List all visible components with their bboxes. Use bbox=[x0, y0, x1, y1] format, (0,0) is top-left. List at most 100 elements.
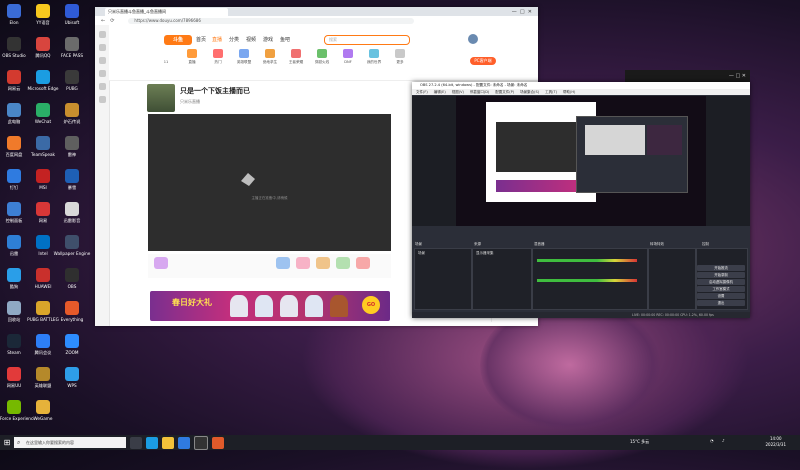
user-avatar[interactable] bbox=[468, 34, 478, 44]
weather-text[interactable]: 15°C 多云 bbox=[630, 439, 649, 445]
desktop-icon[interactable]: 炉石传说 bbox=[52, 101, 92, 131]
desktop-icon[interactable]: Ubisoft bbox=[52, 2, 92, 32]
gift-bar bbox=[148, 254, 391, 278]
desktop-icon-label: Wallpaper Engine bbox=[53, 251, 91, 256]
desktop-icon[interactable]: ZOOM bbox=[52, 332, 92, 362]
explorer-taskbar-icon[interactable] bbox=[162, 436, 174, 449]
site-header: 斗鱼 首页 直播 分类 视频 游戏 鱼吧 搜索 11 直播 热门 英雄联盟 绝地求生 王者… bbox=[109, 25, 538, 81]
obs-menu-item[interactable]: 工具(T) bbox=[545, 90, 557, 94]
obs-menu-item[interactable]: 文件(F) bbox=[416, 90, 428, 94]
window-controls[interactable]: — □ ✕ bbox=[512, 9, 532, 15]
category-icon bbox=[369, 49, 379, 58]
app-icon bbox=[36, 202, 50, 216]
desktop-icon[interactable]: WPS bbox=[52, 365, 92, 395]
category-item[interactable]: 英雄联盟 bbox=[233, 49, 255, 65]
nav-yuba[interactable]: 鱼吧 bbox=[280, 36, 290, 43]
gift-icon[interactable] bbox=[154, 257, 168, 269]
sidebar-more-icon[interactable] bbox=[98, 96, 106, 103]
source-item[interactable]: 显示器采集 bbox=[473, 249, 531, 258]
desktop-icon[interactable]: FACE PASS bbox=[52, 35, 92, 65]
app-icon bbox=[36, 103, 50, 117]
start-streaming-button[interactable]: 开始推流 bbox=[697, 265, 745, 271]
exit-button[interactable]: 退出 bbox=[697, 300, 745, 306]
nav-live[interactable]: 直播 bbox=[212, 36, 222, 43]
douyu-logo[interactable]: 斗鱼 bbox=[164, 35, 192, 45]
obs-menu-bar: 文件(F) 编辑(E) 视图(V) 停靠窗口(D) 配置文件(P) 场景集合(S) 工具(T… bbox=[412, 89, 750, 95]
start-recording-button[interactable]: 开始录制 bbox=[697, 272, 745, 278]
desktop-icon[interactable]: PUBG bbox=[52, 68, 92, 98]
url-field[interactable]: https://www.douyu.com/7896686 bbox=[128, 17, 415, 24]
network-icon[interactable]: ◔ bbox=[710, 438, 714, 443]
category-label: 王者荣耀 bbox=[288, 60, 304, 64]
nav-video[interactable]: 视频 bbox=[246, 36, 256, 43]
obs-window[interactable]: OBS 27.2.4 (64-bit, windows) - 配置文件: 未命名… bbox=[412, 82, 750, 318]
promo-banner[interactable]: 春日好大礼 GO bbox=[150, 291, 390, 321]
sidebar-video-icon[interactable] bbox=[98, 70, 106, 77]
category-item[interactable]: DNF bbox=[337, 49, 359, 64]
gift-icon[interactable] bbox=[316, 257, 330, 269]
desktop-icon[interactable]: 暴雪 bbox=[52, 167, 92, 197]
clock[interactable]: 14:00 2022/3/31 bbox=[765, 436, 786, 448]
edge-taskbar-icon[interactable] bbox=[146, 436, 158, 449]
scene-item[interactable]: 场景 bbox=[415, 249, 471, 258]
settings-button[interactable]: 设置 bbox=[697, 293, 745, 299]
obs-taskbar-icon[interactable] bbox=[194, 435, 208, 450]
desktop-icon[interactable]: 迅雷影音 bbox=[52, 200, 92, 230]
system-tray: 15°C 多云 ◔ ♪ 14:00 2022/3/31 bbox=[630, 435, 800, 450]
refresh-icon[interactable]: ⟳ bbox=[110, 18, 114, 24]
banner-go-button[interactable]: GO bbox=[362, 296, 380, 314]
category-icon bbox=[187, 49, 197, 58]
preview-nested-banner bbox=[496, 180, 581, 192]
window-controls[interactable]: — □ ✕ bbox=[729, 73, 746, 79]
category-item[interactable]: 王者荣耀 bbox=[285, 49, 307, 65]
sidebar-follow-icon[interactable] bbox=[98, 44, 106, 51]
sidebar-home-icon[interactable] bbox=[98, 31, 106, 38]
category-item[interactable]: 热门 bbox=[207, 49, 229, 65]
task-view-icon[interactable] bbox=[130, 436, 142, 449]
app-taskbar-icon[interactable] bbox=[212, 436, 224, 449]
store-taskbar-icon[interactable] bbox=[178, 436, 190, 449]
obs-menu-item[interactable]: 停靠窗口(D) bbox=[470, 90, 489, 94]
nav-game[interactable]: 游戏 bbox=[263, 36, 273, 43]
desktop-icon[interactable]: WeGame bbox=[23, 398, 63, 428]
back-icon[interactable]: ← bbox=[101, 18, 105, 24]
desktop-icon[interactable]: Wallpaper Engine bbox=[52, 233, 92, 263]
category-item[interactable]: 直播 bbox=[181, 49, 203, 65]
sidebar-history-icon[interactable] bbox=[98, 83, 106, 90]
host-name[interactable]: 只米乐直播 bbox=[180, 99, 200, 105]
obs-preview[interactable] bbox=[456, 96, 706, 226]
gift-icon[interactable] bbox=[356, 257, 370, 269]
host-avatar[interactable] bbox=[147, 84, 175, 112]
obs-menu-item[interactable]: 帮助(H) bbox=[563, 90, 575, 94]
gift-icon[interactable] bbox=[336, 257, 350, 269]
nav-category[interactable]: 分类 bbox=[229, 36, 239, 43]
virtual-camera-button[interactable]: 启动虚拟摄像机 bbox=[697, 279, 745, 285]
browser-tab[interactable]: 只米乐直播斗鱼直播_斗鱼直播间 bbox=[105, 7, 228, 16]
banner-character-icon bbox=[305, 295, 323, 317]
video-player[interactable]: 主播正在准备中,请稍候 bbox=[148, 114, 391, 251]
studio-mode-button[interactable]: 工作室模式 bbox=[697, 286, 745, 292]
desktop-icon-label: Ubisoft bbox=[64, 20, 80, 25]
obs-menu-item[interactable]: 配置文件(P) bbox=[495, 90, 514, 94]
search-input[interactable]: 搜索 bbox=[324, 35, 410, 45]
gift-icon[interactable] bbox=[296, 257, 310, 269]
desktop-icon[interactable]: Everything bbox=[52, 299, 92, 329]
category-item[interactable]: 我的世界 bbox=[363, 49, 385, 65]
start-button[interactable]: ⊞ bbox=[0, 435, 14, 450]
category-item[interactable]: 穿越火线 bbox=[311, 49, 333, 65]
nav-home[interactable]: 首页 bbox=[196, 36, 206, 43]
obs-menu-item[interactable]: 编辑(E) bbox=[434, 90, 446, 94]
obs-menu-item[interactable]: 视图(V) bbox=[452, 90, 464, 94]
category-item[interactable]: 更多 bbox=[389, 49, 411, 65]
taskbar-search-input[interactable]: ⌕ 在这里输入你要搜索的内容 bbox=[14, 437, 126, 448]
category-item[interactable]: 11 bbox=[155, 49, 177, 64]
desktop-icon[interactable]: OBS bbox=[52, 266, 92, 296]
obs-menu-item[interactable]: 场景集合(S) bbox=[520, 90, 539, 94]
gift-icon[interactable] bbox=[276, 257, 290, 269]
category-item[interactable]: 绝地求生 bbox=[259, 49, 281, 65]
desktop-icon[interactable]: 雷神 bbox=[52, 134, 92, 164]
volume-icon[interactable]: ♪ bbox=[722, 438, 725, 443]
pc-client-button[interactable]: PC客户端 bbox=[470, 57, 496, 65]
app-icon bbox=[7, 202, 21, 216]
sidebar-game-icon[interactable] bbox=[98, 57, 106, 64]
